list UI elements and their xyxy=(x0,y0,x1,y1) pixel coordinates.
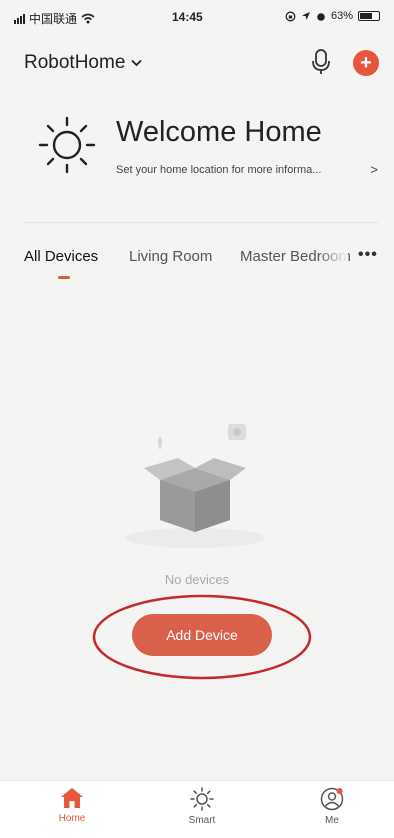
alarm-icon xyxy=(317,12,325,21)
nav-me-label: Me xyxy=(325,815,339,826)
carrier-name: 中国联通 xyxy=(29,12,78,26)
home-name: RobotHome xyxy=(24,52,126,73)
battery-percent: 63% xyxy=(330,10,353,22)
microphone-icon[interactable] xyxy=(310,48,332,76)
tab-living-room[interactable]: Living Room xyxy=(129,248,212,265)
active-tab-indicator xyxy=(58,276,70,279)
more-tabs-icon[interactable]: ••• xyxy=(358,246,378,264)
sun-icon xyxy=(190,787,214,811)
tab-fade xyxy=(318,244,348,272)
orientation-lock-icon xyxy=(285,11,296,21)
chevron-down-icon xyxy=(131,59,143,67)
sun-icon xyxy=(38,116,96,174)
welcome-title: Welcome Home xyxy=(116,116,322,148)
plus-icon: + xyxy=(360,52,372,74)
bottom-nav: Home Smart Me xyxy=(0,780,394,838)
tab-all-devices[interactable]: All Devices xyxy=(24,248,98,265)
house-icon xyxy=(61,788,83,808)
status-bar: 中国联通 14:45 63% xyxy=(0,0,394,34)
empty-box-illustration xyxy=(125,424,265,548)
nav-smart[interactable]: Smart xyxy=(172,787,232,826)
divider xyxy=(24,222,378,223)
add-device-button[interactable]: Add Device xyxy=(132,614,272,656)
home-switcher[interactable]: RobotHome xyxy=(24,52,143,74)
chevron-right-icon: > xyxy=(370,162,378,177)
nav-home-label: Home xyxy=(58,813,86,824)
welcome-subtitle: Set your home location for more informa.… xyxy=(116,164,322,176)
room-tabs: All Devices Living Room Master Bedroom •… xyxy=(0,244,394,284)
nav-home[interactable]: Home xyxy=(42,787,102,824)
nav-me[interactable]: Me xyxy=(302,787,362,826)
wifi-icon xyxy=(81,13,95,24)
no-devices-message: No devices xyxy=(164,572,230,587)
battery-icon xyxy=(358,11,380,21)
location-arrow-icon xyxy=(301,12,310,20)
status-right: 63% xyxy=(285,10,380,22)
status-time: 14:45 xyxy=(172,10,203,24)
profile-icon xyxy=(320,787,344,811)
welcome-banner[interactable]: Welcome Home Set your home location for … xyxy=(28,110,384,190)
status-left: 中国联通 xyxy=(14,10,95,27)
add-button[interactable]: + xyxy=(353,50,379,76)
signal-icon xyxy=(14,13,25,24)
nav-smart-label: Smart xyxy=(188,815,216,826)
